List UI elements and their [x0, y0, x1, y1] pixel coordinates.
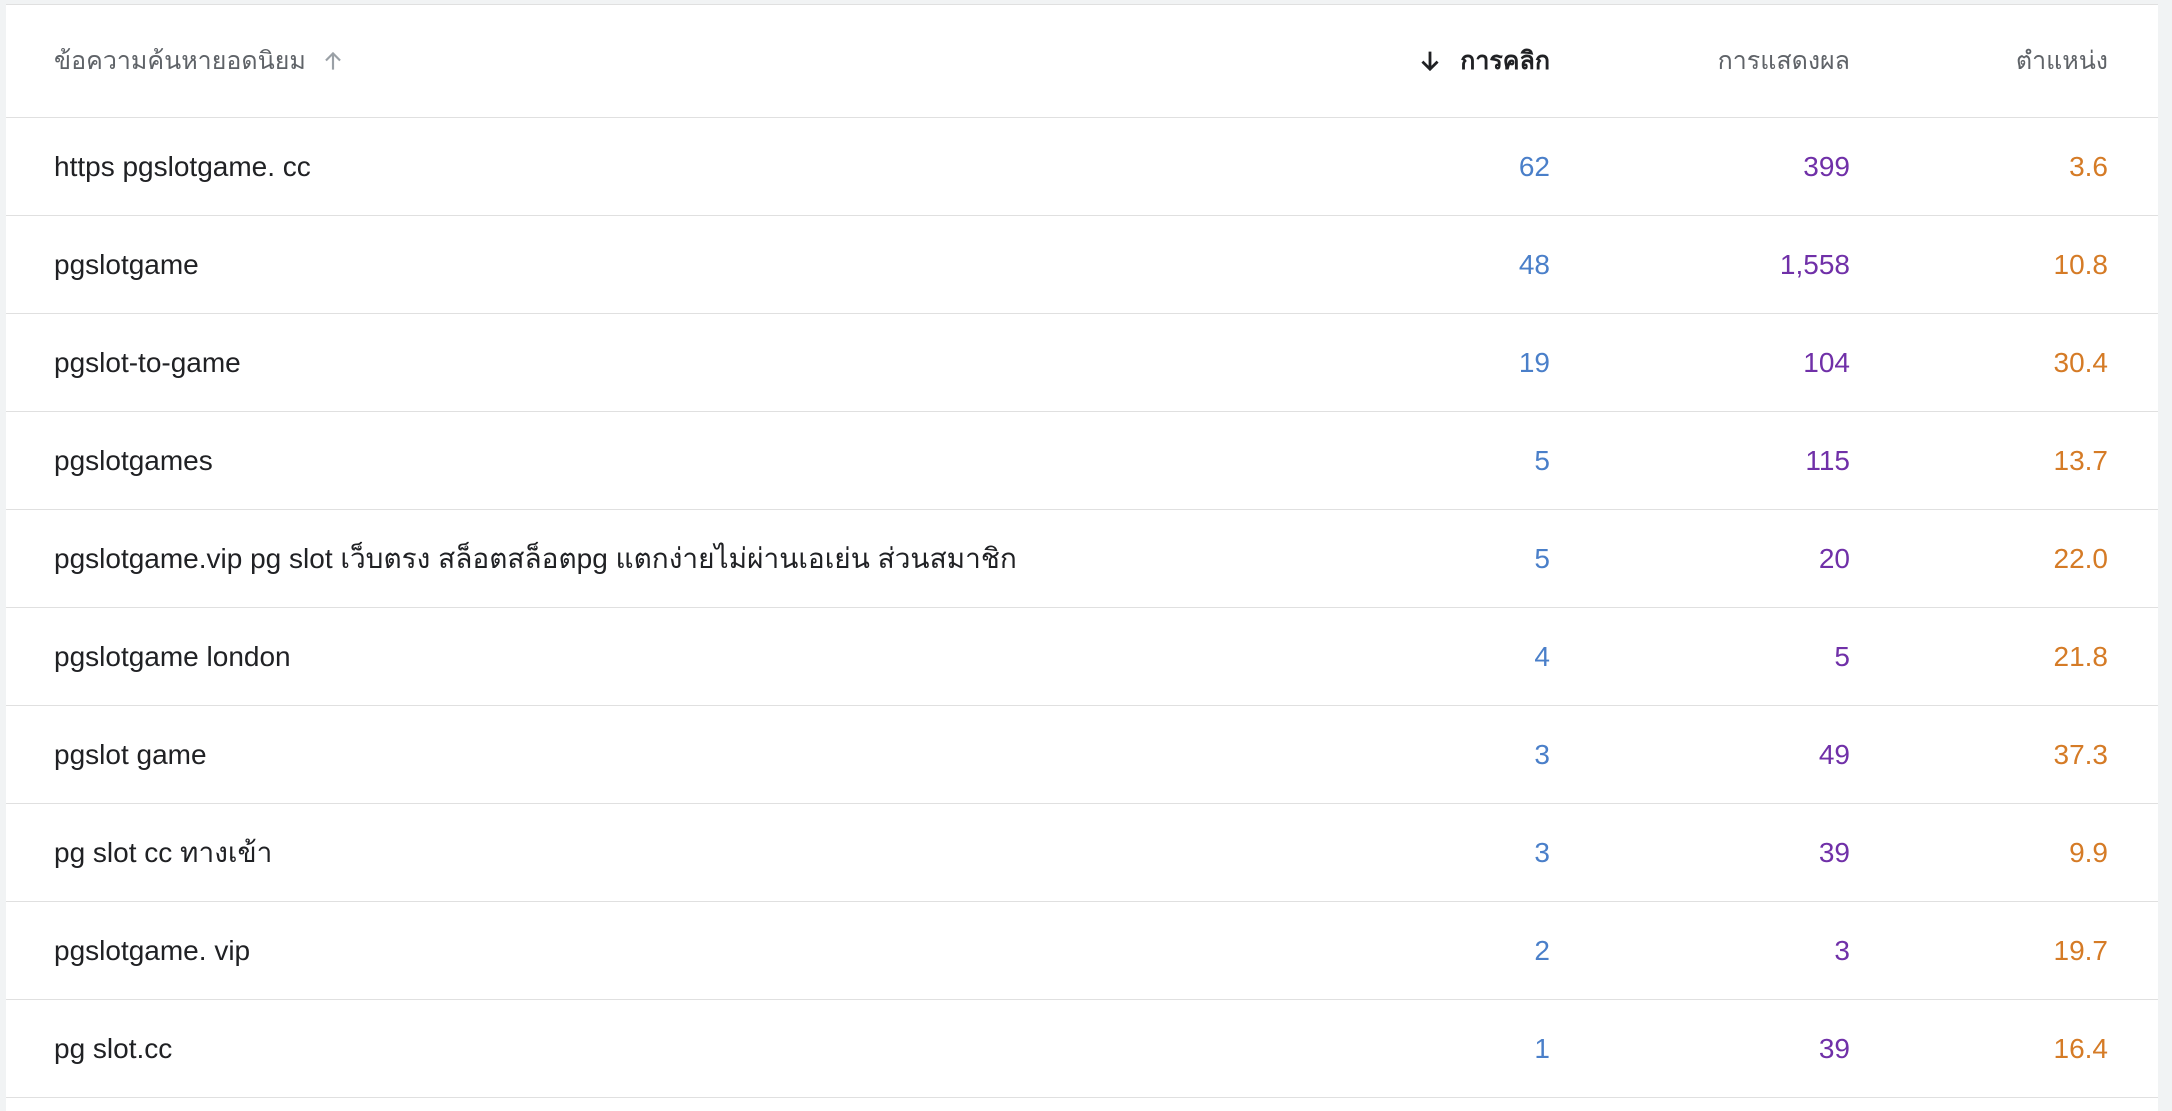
clicks-cell: 1: [1534, 1032, 1550, 1064]
position-cell: 16.4: [2053, 1032, 2109, 1064]
column-header-clicks-label: การคลิก: [1460, 47, 1550, 75]
query-cell: pgslotgames: [54, 444, 213, 476]
table-row[interactable]: pgslotgame 48 1,558 10.8: [6, 216, 2158, 314]
clicks-cell: 19: [1518, 346, 1550, 378]
clicks-cell: 3: [1534, 738, 1550, 770]
query-cell: pgslot-to-game: [54, 346, 241, 378]
position-cell: 13.7: [2053, 444, 2109, 476]
query-cell: pgslotgame. vip: [54, 934, 251, 966]
query-cell: pgslotgame.vip pg slot เว็บตรง สล็อตสล็อ…: [54, 542, 1017, 574]
column-header-position-label: ตำแหน่ง: [2015, 47, 2108, 75]
table-row[interactable]: pgslot-to-game 19 104 30.4: [6, 314, 2158, 412]
impressions-cell: 39: [1818, 836, 1850, 868]
table-row[interactable]: pgslotgames 5 115 13.7: [6, 412, 2158, 510]
position-cell: 22.0: [2053, 542, 2109, 574]
position-cell: 21.8: [2053, 640, 2109, 672]
column-header-impressions-label: การแสดงผล: [1717, 47, 1850, 75]
impressions-cell: 399: [1803, 150, 1850, 182]
position-cell: 3.6: [2069, 150, 2108, 182]
impressions-cell: 115: [1805, 444, 1850, 476]
table-row[interactable]: pgslotgame london 4 5 21.8: [6, 608, 2158, 706]
impressions-cell: 104: [1803, 346, 1850, 378]
position-cell: 19.7: [2053, 934, 2109, 966]
top-queries-table: ข้อความค้นหายอดนิยม การคลิก การแสดงผล ตำ…: [6, 4, 2158, 1111]
position-cell: 10.8: [2053, 248, 2109, 280]
impressions-cell: 1,558: [1779, 248, 1850, 280]
impressions-cell: 39: [1818, 1032, 1850, 1064]
query-cell: pgslot game: [54, 738, 207, 770]
table-row[interactable]: pg slot cc ทางเข้า 3 39 9.9: [6, 804, 2158, 902]
clicks-cell: 5: [1534, 444, 1550, 476]
arrow-up-icon[interactable]: [320, 48, 346, 74]
table-row[interactable]: pgslot game 3 49 37.3: [6, 706, 2158, 804]
clicks-cell: 4: [1534, 640, 1550, 672]
query-cell: pgslotgame: [54, 248, 199, 280]
impressions-cell: 49: [1818, 738, 1850, 770]
table-row[interactable]: https pgslotgame. cc 62 399 3.6: [6, 118, 2158, 216]
clicks-cell: 62: [1518, 150, 1550, 182]
table-row[interactable]: pgslotgame.vip pg slot เว็บตรง สล็อตสล็อ…: [6, 510, 2158, 608]
query-cell: https pgslotgame. cc: [54, 150, 311, 182]
impressions-cell: 3: [1834, 934, 1850, 966]
impressions-cell: 5: [1834, 640, 1850, 672]
table-row[interactable]: pg slot.cc 1 39 16.4: [6, 1000, 2158, 1098]
clicks-cell: 2: [1534, 934, 1550, 966]
clicks-cell: 3: [1534, 836, 1550, 868]
query-cell: pgslotgame london: [54, 640, 291, 672]
clicks-cell: 5: [1534, 542, 1550, 574]
position-cell: 30.4: [2053, 346, 2109, 378]
column-header-position[interactable]: ตำแหน่ง: [2016, 41, 2108, 81]
impressions-cell: 20: [1818, 542, 1850, 574]
table-row[interactable]: pgslotgame. vip 2 3 19.7: [6, 902, 2158, 1000]
clicks-cell: 48: [1518, 248, 1550, 280]
column-header-query[interactable]: ข้อความค้นหายอดนิยม: [54, 41, 346, 81]
table-header-row: ข้อความค้นหายอดนิยม การคลิก การแสดงผล ตำ…: [6, 5, 2158, 118]
arrow-down-icon[interactable]: [1416, 47, 1444, 75]
column-header-impressions[interactable]: การแสดงผล: [1718, 41, 1850, 81]
query-cell: pg slot cc ทางเข้า: [54, 836, 273, 868]
position-cell: 37.3: [2053, 738, 2109, 770]
query-cell: pg slot.cc: [54, 1032, 173, 1064]
column-header-query-label: ข้อความค้นหายอดนิยม: [54, 47, 306, 75]
column-header-clicks[interactable]: การคลิก: [1416, 41, 1550, 81]
position-cell: 9.9: [2069, 836, 2108, 868]
